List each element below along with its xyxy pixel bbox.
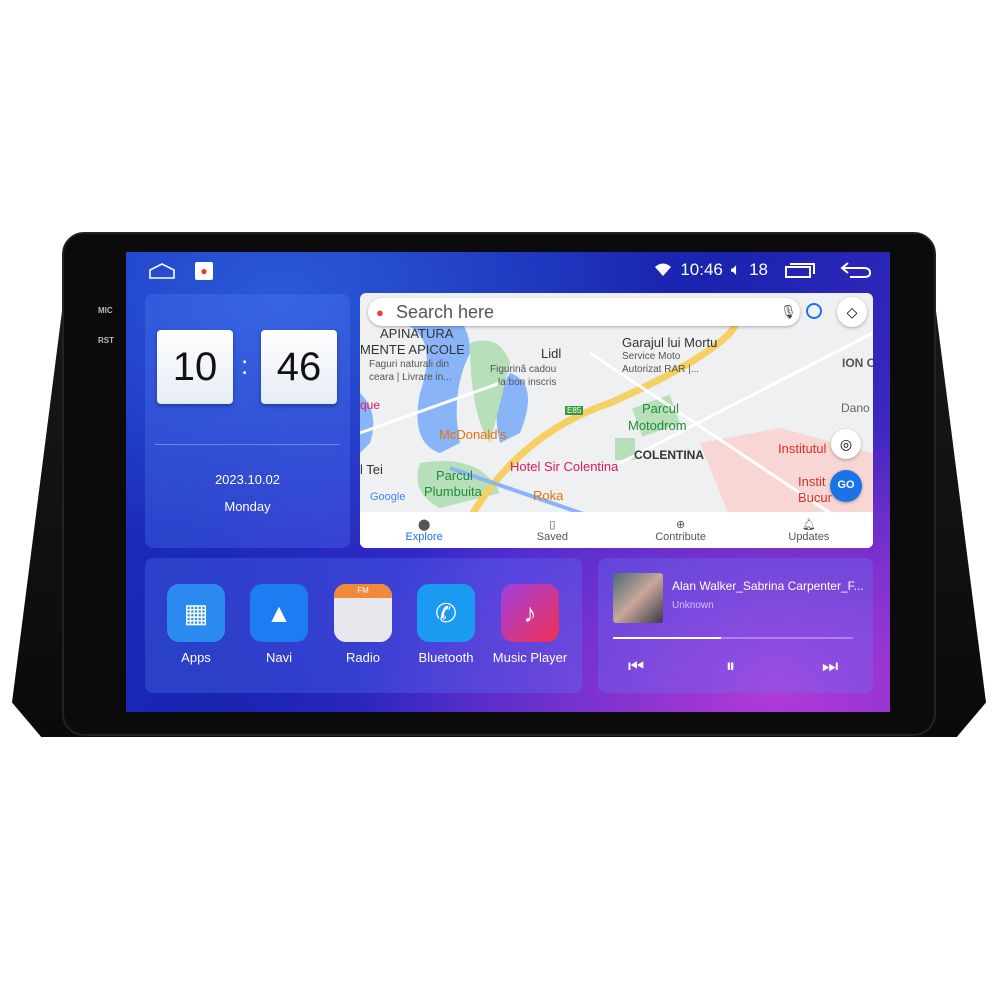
screen: ● 10:46 🔈︎ 18 10 : 46 2023.10.02 Monday …: [126, 252, 890, 712]
app-navi[interactable]: ▲ Navi: [239, 584, 319, 665]
progress-fill: [613, 637, 721, 639]
bell-icon: 🔔︎: [801, 519, 816, 531]
tab-label: Explore: [405, 531, 443, 543]
route-shield: E85: [565, 406, 584, 415]
map-search-input[interactable]: Search here: [368, 298, 800, 326]
bookmark-icon: ▯: [549, 519, 556, 531]
app-label: Bluetooth: [418, 650, 474, 665]
google-maps-pin-icon: ●: [376, 305, 384, 320]
plus-circle-icon: ⊕: [676, 519, 686, 531]
music-note-icon: ♪: [501, 584, 559, 642]
my-location-button[interactable]: ◎: [831, 429, 861, 459]
next-icon[interactable]: ⏭︎: [822, 656, 838, 677]
map-label: Parcul: [642, 401, 679, 416]
mic-label: MIC: [98, 306, 113, 315]
map-label: Garajul lui Mortu: [622, 335, 718, 350]
app-label: Music Player: [492, 650, 568, 665]
map-label: ION C: [842, 356, 873, 370]
microphone-icon[interactable]: 🎙︎: [780, 304, 797, 320]
tab-saved[interactable]: ▯ Saved: [488, 512, 616, 548]
status-bar: ● 10:46 🔈︎ 18: [126, 252, 890, 288]
map-label: Roka: [533, 488, 564, 503]
map-label: ceara | Livrare in...: [369, 372, 452, 383]
clock-minute: 46: [261, 330, 337, 404]
map-label: Lidl: [541, 346, 562, 361]
map-widget[interactable]: Search here ● 🎙︎ ◇ ◎ GO APINATURA MENTE …: [360, 293, 873, 548]
progress-bar[interactable]: [613, 637, 853, 639]
go-button[interactable]: GO: [830, 470, 862, 502]
account-icon[interactable]: [806, 303, 822, 319]
status-time: 10:46: [680, 260, 723, 279]
volume-icon[interactable]: 🔈︎: [731, 260, 741, 280]
map-label: l Tei: [360, 462, 383, 477]
date: 2023.10.02: [214, 472, 281, 487]
divider: [155, 444, 340, 445]
map-label: la bon inscris: [498, 377, 557, 388]
app-bluetooth[interactable]: ✆ Bluetooth: [406, 584, 486, 665]
map-label: que: [360, 398, 381, 412]
navigation-arrow-icon: ▲: [250, 584, 308, 642]
tab-explore[interactable]: ⬤ Explore: [360, 512, 488, 548]
maps-icon[interactable]: ●: [195, 262, 213, 280]
recent-apps-icon[interactable]: [784, 261, 816, 279]
clock-widget[interactable]: 10 : 46 2023.10.02 Monday: [145, 294, 350, 548]
map-label: Bucur: [798, 490, 832, 505]
pause-icon[interactable]: ⏸︎: [726, 656, 735, 677]
map-label: Instit: [798, 474, 826, 489]
map-label: Service Moto: [622, 351, 681, 362]
tab-contribute[interactable]: ⊕ Contribute: [617, 512, 745, 548]
app-music-player[interactable]: ♪ Music Player: [490, 584, 570, 665]
tab-label: Updates: [788, 531, 830, 543]
fm-badge: FM: [334, 584, 392, 598]
app-apps[interactable]: ▦ Apps: [156, 584, 236, 665]
layers-button[interactable]: ◇: [837, 297, 867, 327]
map-label: Hotel Sir Colentina: [510, 459, 619, 474]
map-label: Dano: [841, 401, 870, 415]
pin-icon: ⬤: [417, 519, 431, 531]
wifi-icon: [655, 263, 672, 276]
phone-icon: ✆: [417, 584, 475, 642]
radio-icon: FM: [334, 584, 392, 642]
back-icon[interactable]: [840, 261, 872, 279]
app-label: Navi: [265, 650, 292, 665]
map-label: Motodrom: [628, 418, 687, 433]
map-label: Institutul: [778, 441, 827, 456]
map-label: Plumbuita: [424, 484, 482, 499]
app-label: Apps: [181, 650, 211, 665]
album-art: [613, 573, 663, 623]
weekday: Monday: [224, 499, 271, 514]
rst-button[interactable]: RST: [98, 336, 114, 345]
tab-label: Saved: [536, 531, 568, 543]
app-dock: ▦ Apps ▲ Navi FM Radio ✆ Bluetooth ♪ Music Pl…: [145, 558, 582, 693]
clock-separator: :: [241, 350, 249, 380]
music-widget[interactable]: Alan Walker_Sabrina Carpenter_F... Unkno…: [598, 558, 873, 693]
map-label: McDonald's: [439, 427, 507, 442]
app-label: Radio: [346, 650, 380, 665]
track-artist: Unknown: [672, 600, 714, 611]
clock-hour: 10: [157, 330, 233, 404]
map-label: Autorizat RAR |...: [622, 364, 700, 375]
map-label: Parcul: [436, 468, 473, 483]
map-label: COLENTINA: [634, 448, 704, 462]
app-radio[interactable]: FM Radio: [323, 584, 403, 665]
map-bottom-nav: ⬤ Explore ▯ Saved ⊕ Contribute 🔔︎ Updates: [360, 512, 873, 548]
map-label: APINATURA: [380, 326, 454, 341]
home-icon[interactable]: [148, 262, 176, 280]
tab-updates[interactable]: 🔔︎ Updates: [745, 512, 873, 548]
apps-grid-icon: ▦: [167, 584, 225, 642]
google-logo: Google: [370, 491, 406, 503]
map-label: Faguri naturali din: [369, 359, 450, 370]
tab-label: Contribute: [655, 531, 706, 543]
map-label: Figurină cadou: [490, 364, 557, 375]
previous-icon[interactable]: ⏮︎: [628, 656, 644, 677]
map-label: MENTE APICOLE: [360, 342, 465, 357]
volume-level: 18: [749, 260, 768, 279]
track-title: Alan Walker_Sabrina Carpenter_F...: [672, 579, 864, 593]
